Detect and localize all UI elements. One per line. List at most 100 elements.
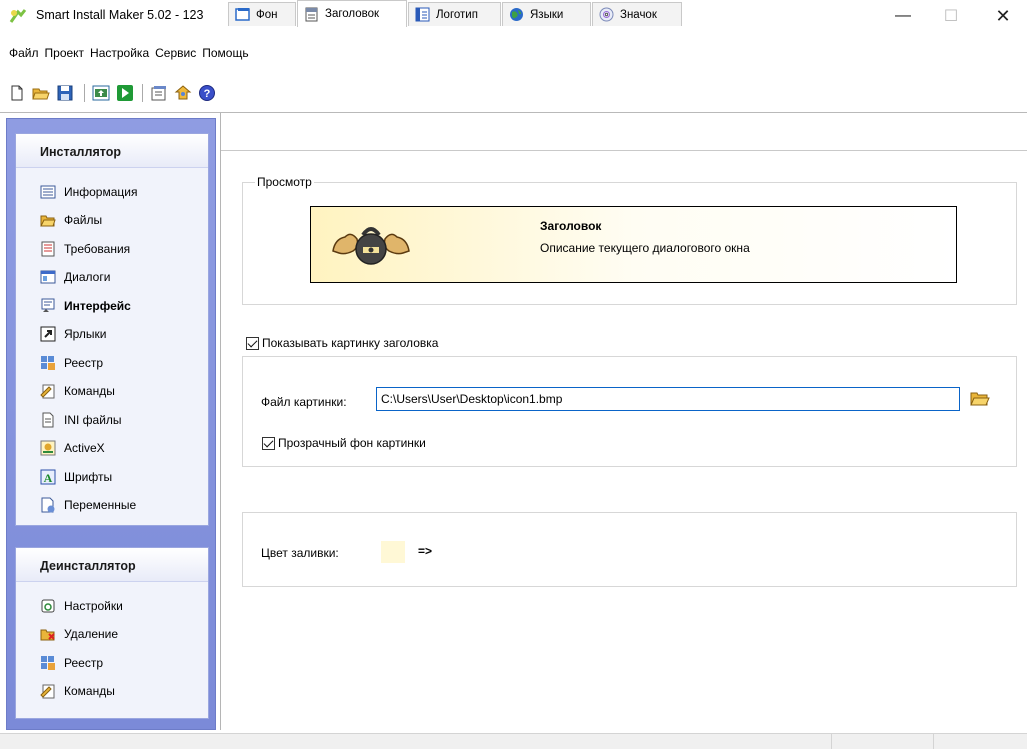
status-bar	[0, 733, 1027, 749]
menu-bar: Файл Проект Настройка Сервис Помощь	[0, 44, 252, 64]
tab-logo[interactable]: Логотип	[408, 2, 501, 26]
checkbox-label: Показывать картинку заголовка	[262, 336, 439, 350]
sidebar-item-variables[interactable]: Переменные	[40, 496, 136, 514]
sidebar-item-dialogs[interactable]: Диалоги	[40, 268, 110, 286]
sidebar-item-label: Ярлыки	[64, 327, 107, 341]
sidebar-item-label: Интерфейс	[64, 299, 131, 313]
new-file-icon[interactable]	[8, 84, 26, 102]
minimize-button[interactable]: —	[880, 0, 926, 32]
checkbox-label: Прозрачный фон картинки	[278, 436, 426, 450]
uninstall-settings-icon	[41, 599, 55, 613]
sidebar-item-ini-files[interactable]: INI файлы	[40, 411, 122, 429]
fill-color-label: Цвет заливки:	[261, 546, 339, 560]
window-title: Smart Install Maker 5.02 - 123	[36, 8, 204, 22]
preview-description: Описание текущего диалогового окна	[540, 241, 750, 255]
sidebar-item-fonts[interactable]: A Шрифты	[40, 468, 112, 486]
sidebar-item-uninstall-delete[interactable]: Удаление	[40, 625, 118, 643]
tab-label: Фон	[256, 8, 278, 21]
checkbox-box[interactable]	[262, 436, 275, 450]
tab-label: Заголовок	[325, 8, 380, 20]
sidebar-item-label: Шрифты	[64, 470, 113, 484]
menu-project[interactable]: Проект	[42, 44, 88, 64]
sidebar-item-label: Настройки	[64, 599, 123, 613]
commands-icon	[40, 384, 55, 399]
menu-service[interactable]: Сервис	[152, 44, 199, 64]
sidebar-item-label: Команды	[64, 384, 115, 398]
shortcut-icon	[40, 326, 56, 342]
sidebar-item-label: ActiveX	[64, 441, 105, 455]
sidebar-item-uninstall-settings[interactable]: Настройки	[40, 597, 123, 615]
installer-group-title: Инсталлятор	[16, 134, 208, 168]
open-folder-icon[interactable]	[32, 84, 50, 102]
compile-icon[interactable]	[92, 84, 110, 102]
frame-border	[0, 112, 1027, 113]
close-button[interactable]: ✕	[980, 0, 1026, 32]
plugin-icon[interactable]	[174, 84, 192, 102]
sidebar-item-label: Команды	[64, 684, 115, 698]
tab-languages[interactable]: Языки	[502, 2, 591, 26]
menu-help[interactable]: Помощь	[199, 44, 251, 64]
sidebar-item-files[interactable]: Файлы	[40, 211, 102, 229]
sidebar-item-label: Удаление	[64, 627, 119, 641]
tab-background[interactable]: Фон	[228, 2, 296, 26]
dialogs-icon	[40, 270, 56, 284]
tab-icon[interactable]: Значок	[592, 2, 682, 26]
fill-color-group	[242, 512, 1017, 587]
sidebar-item-activex[interactable]: ActiveX	[40, 439, 105, 457]
sidebar-item-label: Реестр	[64, 356, 103, 370]
sidebar-item-uninstall-commands[interactable]: Команды	[40, 682, 115, 700]
tab-label: Логотип	[436, 8, 478, 21]
info-list-icon	[40, 185, 56, 199]
registry-icon	[41, 356, 55, 370]
fonts-icon: A	[40, 469, 56, 485]
toolbar-separator	[142, 84, 143, 102]
browse-folder-icon[interactable]	[970, 390, 990, 408]
status-cell	[831, 734, 933, 749]
cd-icon	[599, 7, 614, 22]
image-file-group	[242, 356, 1017, 467]
logo-icon	[415, 7, 430, 22]
maximize-button[interactable]: ☐	[928, 0, 974, 32]
tab-header[interactable]: Заголовок	[297, 0, 407, 27]
sidebar-item-commands[interactable]: Команды	[40, 382, 115, 400]
sidebar-item-label: Переменные	[64, 498, 137, 512]
menu-settings[interactable]: Настройка	[87, 44, 152, 64]
show-header-image-checkbox[interactable]: Показывать картинку заголовка	[246, 336, 438, 350]
sidebar-item-interface[interactable]: Интерфейс	[40, 297, 131, 315]
status-cell	[933, 734, 1027, 749]
svg-text:?: ?	[204, 88, 211, 100]
sidebar-item-shortcuts[interactable]: Ярлыки	[40, 325, 107, 343]
fill-color-arrow-button[interactable]: =>	[418, 544, 432, 558]
header-preview: Заголовок Описание текущего диалогового …	[310, 206, 957, 283]
save-icon[interactable]	[56, 84, 74, 102]
sidebar-item-registry[interactable]: Реестр	[40, 354, 103, 372]
activex-icon	[40, 440, 56, 456]
fill-color-swatch[interactable]	[381, 541, 405, 563]
transparent-bg-checkbox[interactable]: Прозрачный фон картинки	[262, 436, 426, 450]
sidebar-item-uninstall-registry[interactable]: Реестр	[40, 654, 103, 672]
folder-files-icon	[40, 215, 56, 227]
tab-strip-border	[221, 150, 1027, 151]
svg-text:A: A	[44, 471, 53, 485]
delete-icon	[40, 629, 55, 641]
sidebar-item-info[interactable]: Информация	[40, 183, 137, 201]
image-file-input[interactable]	[376, 387, 960, 411]
sidebar-item-requirements[interactable]: Требования	[40, 240, 130, 258]
uninstaller-group-title: Деинсталлятор	[16, 548, 208, 582]
checkbox-box[interactable]	[246, 336, 259, 350]
panel-divider	[220, 113, 221, 730]
help-icon[interactable]: ?	[198, 84, 216, 102]
preview-legend: Просмотр	[255, 175, 314, 189]
sidebar-item-label: Диалоги	[64, 270, 111, 284]
menu-file[interactable]: Файл	[6, 44, 42, 64]
tab-label: Значок	[620, 8, 657, 21]
sidebar-item-label: Информация	[64, 185, 138, 199]
preview-title: Заголовок	[540, 219, 602, 233]
toolbar-separator	[84, 84, 85, 102]
settings-icon[interactable]	[150, 84, 168, 102]
background-icon	[235, 8, 250, 21]
sidebar-item-label: Файлы	[64, 213, 103, 227]
registry-icon	[41, 656, 55, 670]
tab-label: Языки	[530, 8, 564, 21]
run-icon[interactable]	[116, 84, 134, 102]
